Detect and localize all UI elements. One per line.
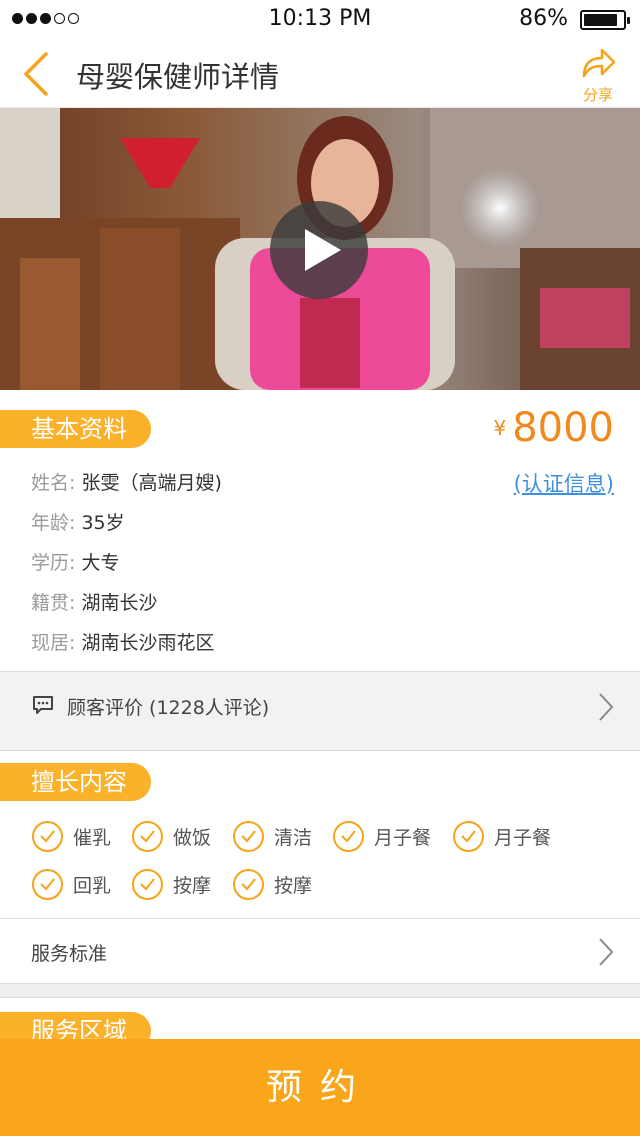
skill-label: 按摩: [274, 874, 313, 897]
battery-percent: 86%: [519, 6, 568, 31]
info-value: 湖南长沙雨花区: [81, 632, 215, 654]
certification-link[interactable]: (认证信息): [514, 468, 614, 498]
info-row-age: 年龄: 35岁: [31, 508, 125, 535]
info-value: 湖南长沙: [81, 592, 158, 614]
page-title: 母婴保健师详情: [76, 60, 280, 94]
chevron-left-icon: [24, 52, 48, 96]
info-label: 年龄:: [31, 512, 76, 534]
skill-item: 月子餐: [333, 820, 431, 852]
share-icon: [582, 48, 616, 78]
status-bar: 10:13 PM 86%: [0, 0, 640, 40]
chevron-right-icon: [599, 938, 614, 966]
check-circle-icon: [233, 820, 264, 852]
check-circle-icon: [453, 820, 484, 852]
skill-label: 按摩: [173, 874, 212, 897]
battery-icon: [580, 10, 630, 30]
info-row-name: 姓名: 张雯（高端月嫂): [31, 468, 222, 495]
skill-label: 催乳: [73, 826, 112, 849]
reviews-label: 顾客评价 (1228人评论): [67, 697, 270, 719]
chevron-right-icon: [599, 693, 614, 721]
share-button[interactable]: 分享: [570, 44, 626, 104]
check-circle-icon: [132, 820, 163, 852]
info-row-hometown: 籍贯: 湖南长沙: [31, 588, 157, 615]
info-label: 姓名:: [31, 472, 76, 494]
skill-item: 回乳: [32, 868, 111, 900]
skill-label: 做饭: [173, 826, 212, 849]
price-currency: ¥: [493, 416, 507, 440]
skill-label: 清洁: [274, 826, 313, 849]
skill-label: 回乳: [73, 874, 112, 897]
service-standard-label: 服务标准: [31, 943, 108, 965]
service-standard-row[interactable]: 服务标准: [0, 918, 640, 984]
info-label: 籍贯:: [31, 592, 76, 614]
play-button[interactable]: [270, 201, 368, 299]
skill-label: 月子餐: [374, 826, 432, 849]
skill-item: 按摩: [132, 868, 211, 900]
check-circle-icon: [132, 868, 163, 900]
info-row-residence: 现居: 湖南长沙雨花区: [31, 628, 214, 655]
info-label: 现居:: [31, 632, 76, 654]
check-circle-icon: [32, 868, 63, 900]
price-value: 8000: [512, 405, 614, 451]
check-circle-icon: [333, 820, 364, 852]
skill-item: 做饭: [132, 820, 211, 852]
nav-bar: 母婴保健师详情 分享: [0, 40, 640, 108]
skill-item: 催乳: [32, 820, 111, 852]
customer-reviews-row[interactable]: 顾客评价 (1228人评论): [0, 671, 640, 751]
price: ¥8000: [493, 405, 614, 451]
share-label: 分享: [582, 86, 613, 104]
info-label: 学历:: [31, 552, 76, 574]
skill-item: 月子餐: [453, 820, 551, 852]
book-button[interactable]: 预约: [0, 1039, 640, 1136]
play-icon: [305, 229, 341, 271]
info-row-education: 学历: 大专: [31, 548, 119, 575]
comment-icon: [33, 696, 53, 714]
skill-item: 清洁: [233, 820, 312, 852]
back-button[interactable]: [18, 46, 58, 102]
section-divider: [0, 984, 640, 998]
info-value: 大专: [81, 552, 120, 574]
section-tag-skills: 擅长内容: [0, 763, 151, 801]
info-value: 35岁: [81, 512, 125, 534]
skill-label: 月子餐: [494, 826, 552, 849]
check-circle-icon: [233, 868, 264, 900]
section-tag-basic-info: 基本资料: [0, 410, 151, 448]
check-circle-icon: [32, 820, 63, 852]
info-value: 张雯（高端月嫂): [81, 472, 222, 494]
skill-item: 按摩: [233, 868, 312, 900]
